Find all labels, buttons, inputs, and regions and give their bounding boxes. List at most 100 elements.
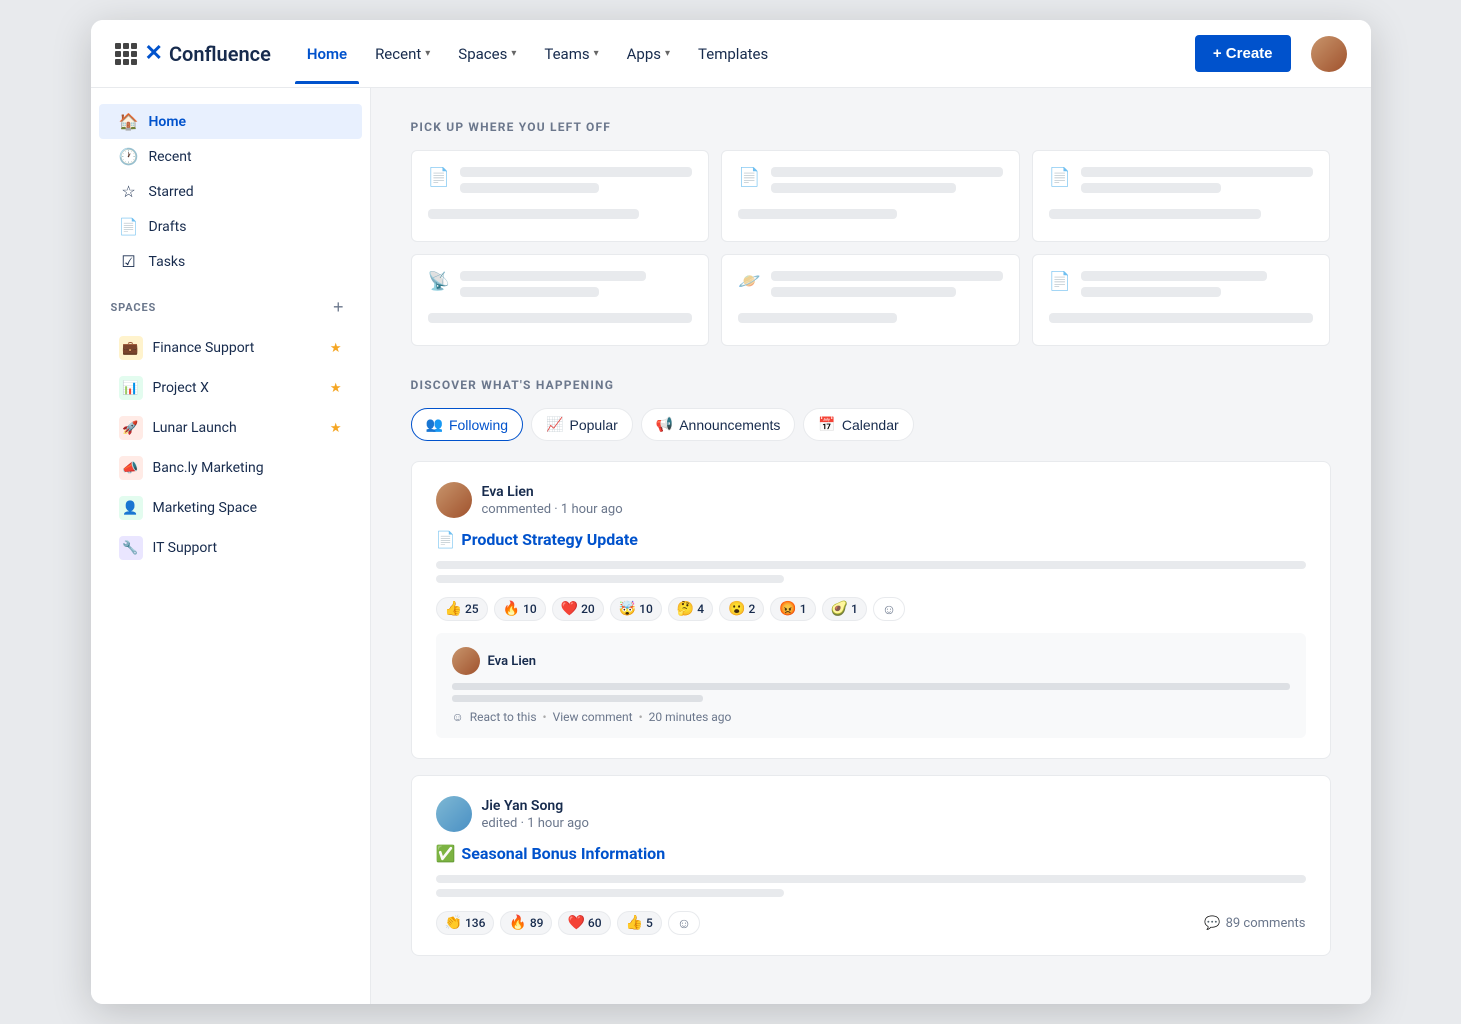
spaces-chevron-icon: ▾ (511, 48, 516, 59)
app-window: ✕ Confluence Home Recent ▾ Spaces ▾ Team… (91, 20, 1371, 1004)
tab-calendar[interactable]: 📅 Calendar (803, 408, 913, 441)
reaction-angry[interactable]: 😡1 (770, 597, 815, 621)
reaction-heart[interactable]: ❤️20 (552, 597, 604, 621)
sidebar-item-drafts[interactable]: 📄 Drafts (99, 209, 362, 244)
itsupport-space-icon: 🔧 (119, 536, 143, 560)
user-avatar[interactable] (1311, 36, 1347, 72)
feed-2-article-icon: ✅ (436, 844, 456, 863)
feed-1-article-title[interactable]: 📄 Product Strategy Update (436, 530, 1306, 549)
comments-bubble-icon: 💬 (1204, 916, 1220, 931)
finance-star-icon: ★ (330, 341, 342, 356)
avatar-image (1311, 36, 1347, 72)
recent-chevron-icon: ▾ (425, 48, 430, 59)
tab-announcements[interactable]: 📢 Announcements (641, 408, 796, 441)
nav-spaces[interactable]: Spaces ▾ (446, 37, 528, 71)
comment-footer: ☺ React to this • View comment • 20 minu… (452, 710, 1290, 724)
sidebar-space-finance[interactable]: 💼 Finance Support ★ (99, 328, 362, 368)
projectx-star-icon: ★ (330, 381, 342, 396)
sidebar-item-tasks[interactable]: ☑ Tasks (99, 244, 362, 279)
announcements-icon: 📢 (656, 416, 673, 433)
recent-card-6[interactable]: 📄 (1032, 254, 1331, 346)
recent-icon: 🕐 (119, 147, 139, 166)
recent-card-5[interactable]: 🪐 (721, 254, 1020, 346)
feed-1-reactions: 👍25 🔥10 ❤️20 🤯10 🤔4 😮2 😡1 🥑1 ☺ (436, 597, 1306, 621)
comment-avatar (452, 647, 480, 675)
feed-1-article-icon: 📄 (436, 530, 456, 549)
feed-1-avatar (436, 482, 472, 518)
reaction-thumbsup[interactable]: 👍25 (436, 597, 488, 621)
add-reaction-button-2[interactable]: ☺ (668, 911, 700, 935)
recent-card-1[interactable]: 📄 (411, 150, 710, 242)
nav-links: Home Recent ▾ Spaces ▾ Teams ▾ Apps ▾ Te… (295, 37, 1187, 71)
recent-card-2[interactable]: 📄 (721, 150, 1020, 242)
sidebar-space-projectx[interactable]: 📊 Project X ★ (99, 368, 362, 408)
feed-1-comment: Eva Lien ☺ React to this • View comment … (436, 633, 1306, 738)
sidebar-item-starred[interactable]: ☆ Starred (99, 174, 362, 209)
grid-icon[interactable] (115, 43, 137, 65)
sidebar-item-home[interactable]: 🏠 Home (99, 104, 362, 139)
star-icon: ☆ (119, 182, 139, 201)
comment-username: Eva Lien (488, 654, 536, 669)
main-content: PICK UP WHERE YOU LEFT OFF 📄 📄 (371, 88, 1371, 1004)
reaction-clap[interactable]: 👏136 (436, 911, 495, 935)
home-icon: 🏠 (119, 112, 139, 131)
feed-1-header: Eva Lien commented · 1 hour ago (436, 482, 1306, 518)
react-to-this-icon: ☺ (452, 710, 464, 724)
tab-popular[interactable]: 📈 Popular (531, 408, 633, 441)
projectx-space-icon: 📊 (119, 376, 143, 400)
reaction-mindblown[interactable]: 🤯10 (610, 597, 662, 621)
reaction-surprised[interactable]: 😮2 (719, 597, 764, 621)
feed-2-article-title[interactable]: ✅ Seasonal Bonus Information (436, 844, 1306, 863)
view-comment-link[interactable]: View comment (553, 710, 633, 724)
reaction-fire-2[interactable]: 🔥89 (500, 911, 552, 935)
sidebar-space-lunar[interactable]: 🚀 Lunar Launch ★ (99, 408, 362, 448)
finance-space-icon: 💼 (119, 336, 143, 360)
nav-recent[interactable]: Recent ▾ (363, 37, 442, 71)
create-button[interactable]: + Create (1195, 35, 1291, 72)
sidebar-space-marketing[interactable]: 👤 Marketing Space (99, 488, 362, 528)
sidebar: 🏠 Home 🕐 Recent ☆ Starred 📄 Drafts ☑ Tas… (91, 88, 371, 1004)
reaction-heart-2[interactable]: ❤️60 (558, 911, 610, 935)
feed-2-avatar (436, 796, 472, 832)
add-reaction-button[interactable]: ☺ (873, 597, 905, 621)
nav-templates[interactable]: Templates (686, 37, 780, 71)
card-doc-icon-2: 📄 (738, 167, 760, 188)
nav-home[interactable]: Home (295, 37, 359, 71)
nav-apps[interactable]: Apps ▾ (615, 37, 682, 71)
card-satellite-icon: 📡 (428, 271, 450, 292)
nav-teams[interactable]: Teams ▾ (532, 37, 610, 71)
popular-icon: 📈 (546, 416, 563, 433)
recent-cards-grid: 📄 📄 (411, 150, 1331, 346)
feed-2-reactions: 👏136 🔥89 ❤️60 👍5 ☺ (436, 911, 701, 935)
sidebar-item-recent[interactable]: 🕐 Recent (99, 139, 362, 174)
reaction-think[interactable]: 🤔4 (668, 597, 713, 621)
lunar-star-icon: ★ (330, 421, 342, 436)
discover-section-title: DISCOVER WHAT'S HAPPENING (411, 378, 1331, 392)
following-icon: 👥 (426, 416, 443, 433)
teams-chevron-icon: ▾ (594, 48, 599, 59)
comment-time: 20 minutes ago (649, 710, 732, 724)
card-planet-icon: 🪐 (738, 271, 760, 292)
recent-card-3[interactable]: 📄 (1032, 150, 1331, 242)
tasks-icon: ☑ (119, 252, 139, 271)
add-space-button[interactable]: + (327, 295, 350, 320)
feed-2-header: Jie Yan Song edited · 1 hour ago (436, 796, 1306, 832)
recent-section-title: PICK UP WHERE YOU LEFT OFF (411, 120, 1331, 134)
logo-area: ✕ Confluence (115, 41, 271, 66)
sidebar-space-bancly[interactable]: 📣 Banc.ly Marketing (99, 448, 362, 488)
tab-following[interactable]: 👥 Following (411, 408, 524, 441)
calendar-icon: 📅 (818, 416, 835, 433)
comments-count[interactable]: 💬 89 comments (1204, 916, 1305, 931)
react-to-this-link[interactable]: React to this (470, 710, 537, 724)
reaction-thumbsup-2[interactable]: 👍5 (617, 911, 662, 935)
spaces-section-label: SPACES + (91, 279, 370, 328)
feed-1-username: Eva Lien (482, 484, 623, 500)
recent-card-4[interactable]: 📡 (411, 254, 710, 346)
reaction-avocado[interactable]: 🥑1 (822, 597, 867, 621)
discover-tabs: 👥 Following 📈 Popular 📢 Announcements 📅 … (411, 408, 1331, 441)
drafts-icon: 📄 (119, 217, 139, 236)
reaction-fire[interactable]: 🔥10 (494, 597, 546, 621)
logo-text[interactable]: ✕ Confluence (145, 41, 271, 66)
feed-2-username: Jie Yan Song (482, 798, 589, 814)
sidebar-space-itsupport[interactable]: 🔧 IT Support (99, 528, 362, 568)
